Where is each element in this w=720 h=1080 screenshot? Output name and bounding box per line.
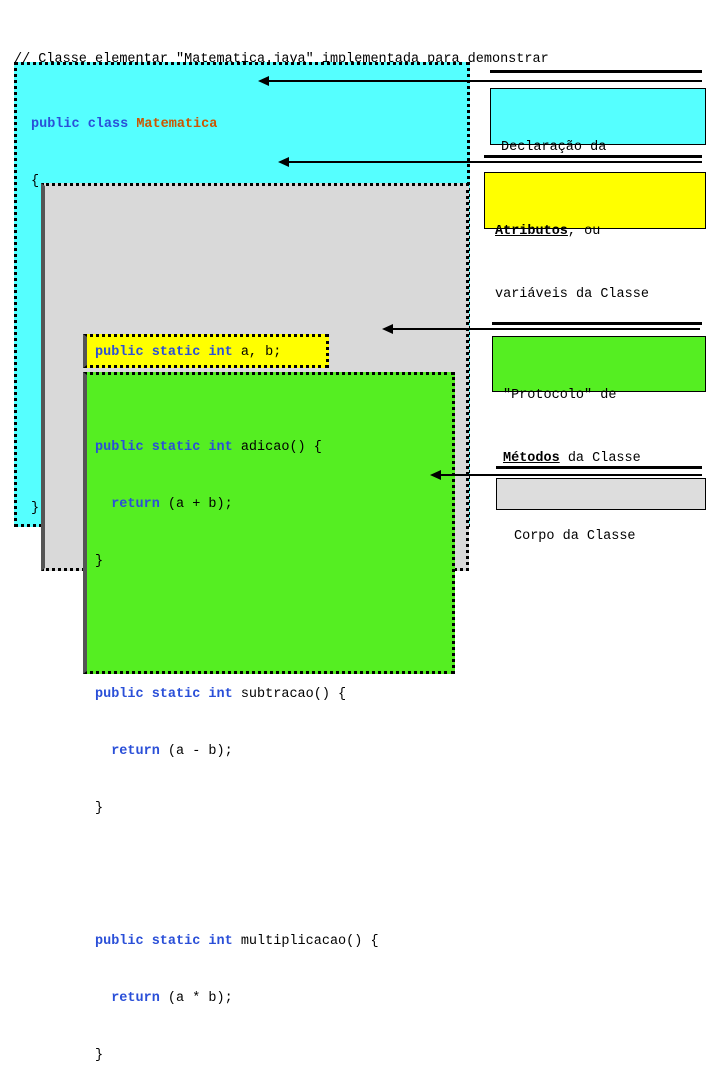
return-keyword: return bbox=[95, 497, 160, 512]
return-keyword: return bbox=[95, 991, 160, 1006]
method-keyword: public static int bbox=[95, 440, 233, 455]
class-declaration-box: public class Matematica { public static … bbox=[14, 62, 470, 1063]
callout-line-2: variáveis da Classe bbox=[495, 287, 649, 302]
methods-box: public static int adicao() { return (a +… bbox=[83, 372, 455, 1063]
callout-class-declaration: Declaração da Classe Matematica bbox=[490, 88, 706, 218]
class-close-brace: } bbox=[31, 501, 40, 516]
callout-text: da Classe bbox=[559, 451, 641, 466]
method-keyword: public static int bbox=[95, 687, 233, 702]
return-keyword: return bbox=[95, 744, 160, 759]
return-expression: (a + b); bbox=[159, 497, 233, 512]
leader-line-protocolo bbox=[392, 328, 700, 330]
callout-line-1: "Protocolo" de bbox=[503, 388, 617, 403]
arrow-left-icon bbox=[430, 470, 441, 480]
method-name: adicao() { bbox=[232, 440, 322, 455]
callout-line-1: Corpo da Classe bbox=[514, 529, 636, 544]
method-signature: public static int multiplicacao() { bbox=[95, 932, 379, 951]
method-name: multiplicacao() { bbox=[232, 934, 379, 949]
method-close-brace: } bbox=[95, 554, 104, 569]
method-name: subtracao() { bbox=[232, 687, 347, 702]
return-expression: (a * b); bbox=[159, 991, 233, 1006]
method-close-brace: } bbox=[95, 801, 104, 816]
class-body-box: public static int a, b; public static in… bbox=[41, 183, 469, 1063]
method-keyword: public static int bbox=[95, 934, 233, 949]
callout-emphasis: Métodos bbox=[503, 451, 560, 466]
method-signature: public static int subtracao() { bbox=[95, 685, 379, 704]
attributes-box: public static int a, b; bbox=[83, 334, 329, 368]
attributes-keyword: public static int bbox=[95, 345, 233, 360]
class-signature-line: public class Matematica bbox=[31, 115, 451, 134]
callout-line-2: Métodos da Classe bbox=[503, 448, 705, 469]
methods-code: public static int adicao() { return (a +… bbox=[95, 381, 379, 1080]
arrow-left-icon bbox=[278, 157, 289, 167]
callout-emphasis: Atributos bbox=[495, 224, 568, 239]
leader-line-declaracao bbox=[268, 80, 702, 82]
attributes-identifiers: a, b; bbox=[232, 345, 282, 360]
callout-attributes: Atributos, ou variáveis da Classe bbox=[484, 172, 706, 302]
callout-class-body: Corpo da Classe bbox=[496, 478, 706, 544]
callout-line-1: Declaração da bbox=[501, 140, 607, 155]
method-body: return (a + b); bbox=[95, 495, 379, 514]
return-expression: (a - b); bbox=[159, 744, 233, 759]
class-keyword: public class bbox=[31, 117, 129, 132]
method-body: return (a * b); bbox=[95, 989, 379, 1008]
method-body: return (a - b); bbox=[95, 742, 379, 761]
attributes-code-line: public static int a, b; bbox=[95, 343, 281, 362]
callout-text: , ou bbox=[567, 224, 601, 239]
method-signature: public static int adicao() { bbox=[95, 438, 379, 457]
arrow-left-icon bbox=[382, 324, 393, 334]
callout-line-1: Atributos, ou bbox=[495, 221, 705, 242]
callout-methods-protocol: "Protocolo" de Métodos da Classe bbox=[492, 336, 706, 466]
method-close-brace: } bbox=[95, 1048, 104, 1063]
callout-divider-declaracao bbox=[490, 70, 702, 73]
arrow-left-icon bbox=[258, 76, 269, 86]
class-name: Matematica bbox=[136, 117, 218, 132]
